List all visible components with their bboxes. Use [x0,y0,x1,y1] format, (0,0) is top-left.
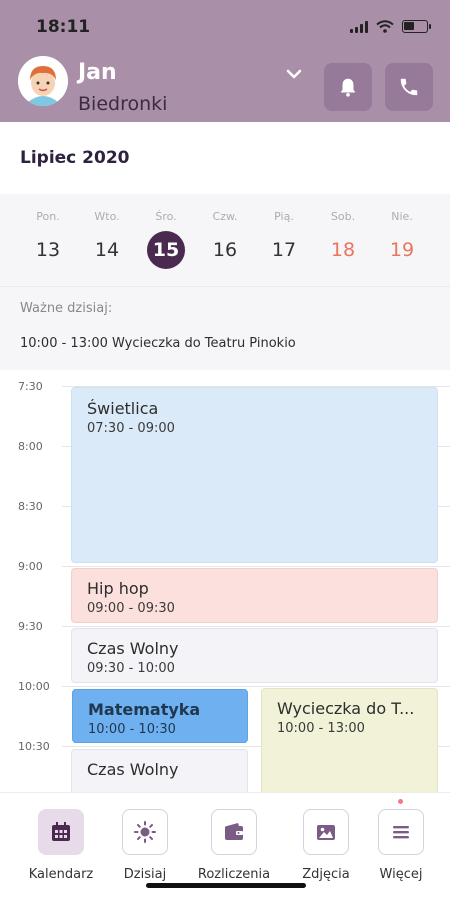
hour-label: 9:30 [18,620,43,633]
month-bar: Lipiec 2020 [0,122,450,194]
status-bar: 18:11 [0,0,450,52]
day-number: 14 [94,239,120,261]
avatar[interactable] [18,56,68,106]
day-number: 13 [35,239,61,261]
hour-label: 8:30 [18,500,43,513]
wallet-icon [211,809,257,855]
important-today-section: Ważne dzisiaj: 10:00 - 13:00 Wycieczka d… [0,286,450,370]
day-number: 18 [330,239,356,261]
user-group: Biedronki [78,93,168,115]
hour-label: 7:30 [18,380,43,393]
home-indicator[interactable] [146,883,306,888]
notifications-button[interactable] [324,63,372,111]
calendar-icon [38,809,84,855]
day-number: 19 [389,239,415,261]
event-time: 10:00 - 10:30 [88,722,176,737]
app-header: 18:11 Jan Biedronki [0,0,450,122]
day-number: 17 [271,239,297,261]
day-sun[interactable]: Nie. 19 [372,194,432,269]
event-card-czas-wolny[interactable]: Czas Wolny 09:30 - 10:00 [71,628,438,683]
event-title: Czas Wolny [87,760,179,779]
day-name: Pon. [36,210,60,223]
day-wed[interactable]: Śro. 15 [136,194,196,269]
chevron-down-icon[interactable] [284,64,304,84]
important-today-event[interactable]: 10:00 - 13:00 Wycieczka do Teatru Pinoki… [20,336,296,351]
day-name: Pią. [274,210,294,223]
sun-icon [122,809,168,855]
user-name: Jan [78,60,117,85]
event-card-matematyka[interactable]: Matematyka 10:00 - 10:30 [72,689,248,743]
image-icon [303,809,349,855]
day-timeline[interactable]: 7:30 8:00 8:30 9:00 9:30 10:00 10:30 Świ… [0,372,450,792]
day-number: 16 [212,239,238,261]
signal-icon [350,20,368,33]
selected-day-number: 15 [147,231,185,269]
event-time: 10:00 - 13:00 [277,721,365,736]
wifi-icon [376,20,394,33]
event-title: Hip hop [87,579,149,598]
nav-label: Rozliczenia [197,867,271,882]
event-time: 09:30 - 10:00 [87,661,175,676]
day-name: Wto. [94,210,120,223]
phone-icon [400,78,418,96]
status-time: 18:11 [36,17,91,37]
day-sat[interactable]: Sob. 18 [313,194,373,269]
nav-label: Więcej [379,867,423,882]
month-label[interactable]: Lipiec 2020 [20,148,130,168]
hour-label: 9:00 [18,560,43,573]
grid-line [62,566,450,567]
notification-dot [398,799,403,804]
grid-line [62,626,450,627]
day-name: Nie. [391,210,413,223]
call-button[interactable] [385,63,433,111]
day-thu[interactable]: Czw. 16 [195,194,255,269]
day-tue[interactable]: Wto. 14 [77,194,137,269]
event-title: Świetlica [87,399,159,418]
week-strip: Pon. 13 Wto. 14 Śro. 15 Czw. 16 Pią. 17 … [0,194,450,286]
day-mon[interactable]: Pon. 13 [18,194,78,269]
hour-label: 8:00 [18,440,43,453]
nav-label: Dzisiaj [123,867,167,882]
nav-label: Zdjęcia [302,867,350,882]
event-title: Matematyka [88,700,201,719]
status-icons [350,20,431,33]
day-name: Czw. [212,210,238,223]
grid-line [62,686,450,687]
event-card-swietlica[interactable]: Świetlica 07:30 - 09:00 [71,387,438,563]
important-today-label: Ważne dzisiaj: [20,301,113,316]
event-card-wycieczka[interactable]: Wycieczka do T... 10:00 - 13:00 [261,688,438,792]
day-name: Śro. [155,210,177,223]
bell-icon [340,78,356,97]
event-card-hip-hop[interactable]: Hip hop 09:00 - 09:30 [71,568,438,623]
event-card-czas-wolny[interactable]: Czas Wolny [71,749,248,792]
battery-icon [402,20,431,33]
hour-label: 10:30 [18,740,50,753]
menu-icon [378,809,424,855]
child-avatar-icon [18,56,68,106]
day-fri[interactable]: Pią. 17 [254,194,314,269]
nav-label: Kalendarz [28,867,94,882]
event-time: 07:30 - 09:00 [87,421,175,436]
day-name: Sob. [330,210,356,223]
event-title: Czas Wolny [87,639,179,658]
hour-label: 10:00 [18,680,50,693]
event-title: Wycieczka do T... [277,699,415,718]
event-time: 09:00 - 09:30 [87,601,175,616]
